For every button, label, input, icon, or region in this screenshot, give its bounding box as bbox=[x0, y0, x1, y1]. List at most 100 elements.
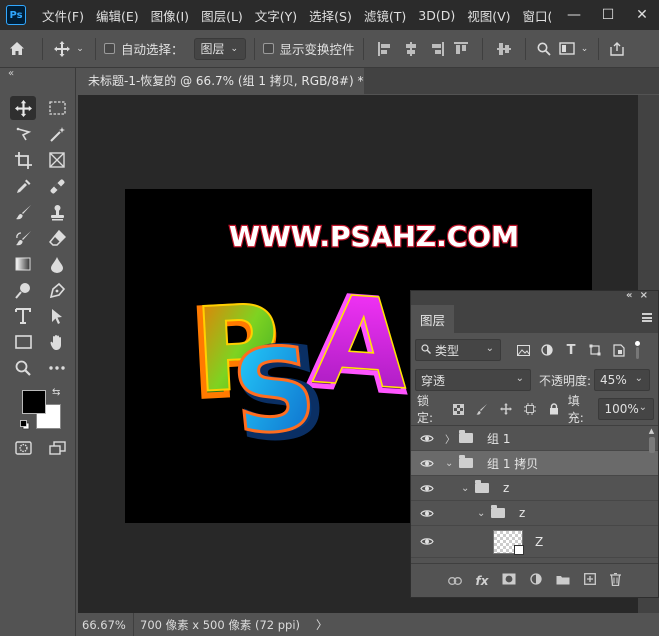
panel-collapse-icon[interactable]: « × bbox=[626, 290, 650, 301]
restore-button[interactable]: ☐ bbox=[591, 0, 625, 30]
blend-mode-dropdown[interactable]: 穿透 ⌄ bbox=[415, 369, 531, 391]
more-tools-icon[interactable] bbox=[44, 356, 70, 380]
align-top-icon[interactable] bbox=[453, 41, 468, 56]
menu-filter[interactable]: 滤镜(T) bbox=[358, 6, 412, 25]
eye-icon[interactable] bbox=[411, 537, 443, 546]
align-horizontal-center-icon[interactable] bbox=[404, 41, 418, 56]
type-tool-icon[interactable] bbox=[10, 304, 36, 328]
filter-shape-icon[interactable] bbox=[585, 340, 605, 360]
eye-icon[interactable] bbox=[411, 509, 443, 518]
chevron-down-icon[interactable]: ⌄ bbox=[445, 458, 453, 469]
move-tool-icon[interactable] bbox=[10, 96, 36, 120]
search-icon[interactable] bbox=[534, 42, 554, 56]
magic-wand-tool-icon[interactable] bbox=[44, 122, 70, 146]
chevron-down-icon[interactable]: ⌄ bbox=[73, 44, 87, 54]
filter-kind-dropdown[interactable]: 类型 ⌄ bbox=[415, 339, 501, 361]
menu-3d[interactable]: 3D(D) bbox=[412, 8, 461, 23]
new-group-icon[interactable] bbox=[556, 574, 570, 588]
filter-type-icon[interactable]: T bbox=[561, 340, 581, 360]
menu-file[interactable]: 文件(F) bbox=[36, 6, 90, 25]
history-brush-tool-icon[interactable] bbox=[10, 226, 36, 250]
filter-smart-object-icon[interactable] bbox=[609, 340, 629, 360]
align-right-icon[interactable] bbox=[430, 41, 444, 56]
layer-row[interactable]: 〉 组 1 bbox=[411, 426, 658, 451]
lock-all-icon[interactable] bbox=[544, 399, 564, 419]
foreground-color-swatch[interactable] bbox=[22, 390, 46, 414]
lock-transparent-icon[interactable] bbox=[449, 399, 469, 419]
layer-row[interactable]: ⌄ z bbox=[411, 501, 658, 526]
gradient-tool-icon[interactable] bbox=[10, 252, 36, 276]
fill-input[interactable]: 100% ⌄ bbox=[598, 398, 655, 420]
hand-tool-icon[interactable] bbox=[44, 330, 70, 354]
layer-row[interactable]: Z bbox=[411, 526, 658, 558]
layer-row-selected[interactable]: ⌄ 组 1 拷贝 bbox=[411, 451, 658, 476]
eye-icon[interactable] bbox=[411, 434, 443, 443]
align-left-icon[interactable] bbox=[377, 41, 392, 56]
brush-tool-icon[interactable] bbox=[10, 200, 36, 224]
move-tool-preset-icon[interactable] bbox=[51, 40, 73, 57]
menu-view[interactable]: 视图(V) bbox=[461, 6, 516, 25]
menu-edit[interactable]: 编辑(E) bbox=[90, 6, 145, 25]
workspace-layout-icon[interactable] bbox=[554, 42, 580, 55]
lock-artboard-icon[interactable] bbox=[520, 399, 540, 419]
quick-mask-icon[interactable] bbox=[10, 436, 36, 460]
adjustment-layer-icon[interactable] bbox=[530, 573, 543, 588]
chevron-right-icon[interactable]: 〉 bbox=[445, 431, 455, 446]
minimize-button[interactable]: — bbox=[557, 0, 591, 30]
menu-type[interactable]: 文字(Y) bbox=[249, 6, 303, 25]
chevron-down-icon[interactable]: ⌄ bbox=[580, 44, 590, 54]
eraser-tool-icon[interactable] bbox=[44, 226, 70, 250]
layer-effects-icon[interactable]: fx bbox=[476, 574, 489, 588]
eye-icon[interactable] bbox=[411, 459, 443, 468]
add-mask-icon[interactable] bbox=[502, 573, 516, 588]
swap-colors-icon[interactable]: ⇆ bbox=[52, 387, 60, 398]
zoom-level[interactable]: 66.67% bbox=[78, 613, 134, 636]
menu-layer[interactable]: 图层(L) bbox=[195, 6, 249, 25]
tab-layers[interactable]: 图层 bbox=[411, 305, 455, 333]
path-selection-tool-icon[interactable] bbox=[44, 304, 70, 328]
opacity-input[interactable]: 45% ⌄ bbox=[594, 369, 651, 391]
close-button[interactable]: ✕ bbox=[625, 0, 659, 30]
layers-scrollbar[interactable]: ▲ bbox=[647, 427, 656, 559]
align-vertical-center-icon[interactable] bbox=[496, 42, 511, 56]
collapse-icon[interactable]: « bbox=[8, 68, 14, 79]
layer-row[interactable]: ⌄ z bbox=[411, 476, 658, 501]
eye-icon[interactable] bbox=[411, 484, 443, 493]
auto-select-checkbox[interactable] bbox=[104, 43, 115, 54]
panel-menu-icon[interactable] bbox=[642, 313, 652, 322]
pen-tool-icon[interactable] bbox=[44, 278, 70, 302]
filter-pixel-icon[interactable] bbox=[513, 340, 533, 360]
healing-brush-tool-icon[interactable] bbox=[44, 174, 70, 198]
delete-layer-icon[interactable] bbox=[610, 572, 622, 589]
clone-stamp-tool-icon[interactable] bbox=[44, 200, 70, 224]
auto-select-target-dropdown[interactable]: 图层 ⌄ bbox=[193, 37, 246, 60]
dodge-tool-icon[interactable] bbox=[10, 278, 36, 302]
marquee-tool-icon[interactable] bbox=[44, 96, 70, 120]
lock-position-icon[interactable] bbox=[496, 399, 516, 419]
folder-icon bbox=[459, 455, 473, 468]
menu-select[interactable]: 选择(S) bbox=[303, 6, 358, 25]
document-tab[interactable]: 未标题-1-恢复的 @ 66.7% (组 1 拷贝, RGB/8#) * × bbox=[80, 68, 382, 94]
crop-tool-icon[interactable] bbox=[10, 148, 36, 172]
eyedropper-tool-icon[interactable] bbox=[10, 174, 36, 198]
chevron-down-icon[interactable]: ⌄ bbox=[477, 508, 485, 519]
filter-adjustment-icon[interactable] bbox=[537, 340, 557, 360]
show-transform-checkbox[interactable] bbox=[262, 43, 274, 54]
rectangle-tool-icon[interactable] bbox=[10, 330, 36, 354]
home-icon[interactable] bbox=[0, 41, 34, 56]
frame-tool-icon[interactable] bbox=[44, 148, 70, 172]
new-layer-icon[interactable] bbox=[584, 573, 597, 588]
lasso-tool-icon[interactable] bbox=[10, 122, 36, 146]
blur-tool-icon[interactable] bbox=[44, 252, 70, 276]
fill-value: 100% bbox=[604, 402, 639, 416]
menu-image[interactable]: 图像(I) bbox=[145, 6, 195, 25]
chevron-down-icon[interactable]: ⌄ bbox=[461, 483, 469, 494]
screen-mode-icon[interactable] bbox=[44, 436, 70, 460]
share-icon[interactable] bbox=[607, 41, 627, 56]
lock-pixels-icon[interactable] bbox=[473, 399, 493, 419]
zoom-tool-icon[interactable] bbox=[10, 356, 36, 380]
link-layers-icon[interactable] bbox=[447, 574, 462, 588]
status-arrow-icon[interactable]: 〉 bbox=[316, 617, 328, 633]
default-colors-icon[interactable] bbox=[20, 419, 30, 430]
filter-toggle-switch[interactable] bbox=[633, 341, 641, 359]
